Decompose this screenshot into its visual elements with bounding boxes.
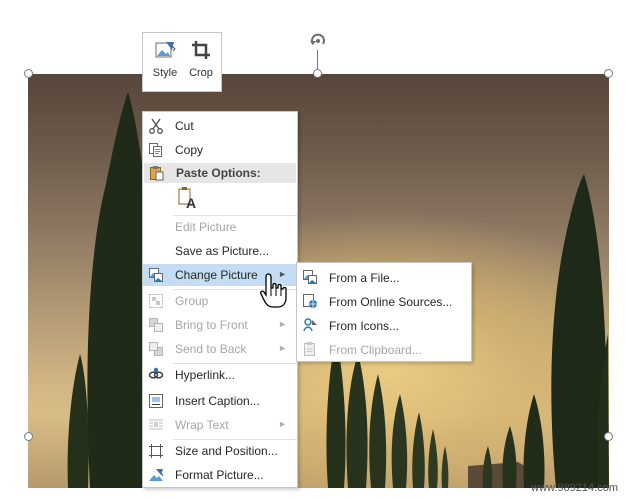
online-sources-icon: [303, 294, 317, 308]
change-picture-submenu: From a File... From Online Sources... Fr…: [296, 262, 472, 362]
paste-keep-text-letter: A: [186, 195, 197, 211]
menu-item-label: Copy: [175, 143, 204, 157]
menu-item-size-and-position[interactable]: Size and Position...: [143, 440, 297, 462]
send-to-back-icon: [149, 342, 163, 356]
menu-item-label: Size and Position...: [175, 444, 278, 458]
scissors-icon: [149, 118, 163, 134]
paste-options-header: Paste Options:: [144, 163, 296, 183]
style-button[interactable]: Style: [147, 39, 183, 89]
menu-item-send-to-back[interactable]: Send to Back ►: [143, 338, 297, 360]
menu-item-label: Wrap Text: [175, 418, 229, 432]
submenu-arrow-icon: ►: [278, 319, 287, 329]
menu-item-cut[interactable]: Cut: [143, 115, 297, 137]
rotate-handle-icon[interactable]: [307, 30, 329, 52]
hand-pointer-cursor-icon: [259, 272, 289, 312]
menu-item-hyperlink[interactable]: Hyperlink...: [143, 364, 297, 386]
menu-item-label: Edit Picture: [175, 220, 237, 234]
menu-item-edit-picture[interactable]: Edit Picture: [143, 216, 297, 238]
resize-handle-top-right[interactable]: [604, 69, 613, 78]
menu-item-label: Format Picture...: [175, 468, 264, 482]
rotation-connector: [317, 50, 318, 70]
menu-item-label: Insert Caption...: [175, 394, 260, 408]
menu-item-insert-caption[interactable]: Insert Caption...: [143, 390, 297, 412]
menu-item-label: Hyperlink...: [175, 368, 236, 382]
submenu-item-from-icons[interactable]: From Icons...: [297, 313, 471, 337]
submenu-item-label: From Clipboard...: [329, 343, 422, 357]
submenu-item-label: From a File...: [329, 271, 400, 285]
submenu-item-from-file[interactable]: From a File...: [297, 265, 471, 289]
menu-item-copy[interactable]: Copy: [143, 139, 297, 161]
menu-item-label: Save as Picture...: [175, 244, 270, 258]
menu-item-bring-to-front[interactable]: Bring to Front ►: [143, 314, 297, 336]
menu-item-save-as-picture[interactable]: Save as Picture...: [143, 240, 297, 262]
format-picture-icon: [149, 469, 164, 481]
icons-icon: [303, 318, 317, 332]
menu-item-label: Bring to Front: [175, 318, 248, 332]
resize-handle-top-left[interactable]: [24, 69, 33, 78]
watermark-text: www.989214.com: [531, 482, 618, 494]
submenu-arrow-icon: ►: [278, 343, 287, 353]
hyperlink-icon: [148, 367, 164, 379]
resize-handle-middle-left[interactable]: [24, 432, 33, 441]
paste-icon: [150, 166, 164, 181]
crop-button[interactable]: Crop: [183, 39, 219, 89]
menu-item-label: Cut: [175, 119, 194, 133]
resize-handle-middle-right[interactable]: [604, 432, 613, 441]
crop-label: Crop: [189, 67, 213, 79]
submenu-item-from-clipboard[interactable]: From Clipboard...: [297, 337, 471, 361]
menu-item-label: Send to Back: [175, 342, 247, 356]
submenu-item-label: From Online Sources...: [329, 295, 453, 309]
mini-toolbar: Style Crop: [142, 32, 222, 92]
change-picture-icon: [149, 268, 163, 282]
bring-to-front-icon: [149, 318, 163, 332]
menu-item-label: Group: [175, 294, 209, 308]
size-position-icon: [149, 444, 163, 458]
menu-item-label: Paste Options:: [176, 166, 261, 180]
submenu-item-from-online-sources[interactable]: From Online Sources...: [297, 289, 471, 313]
submenu-item-label: From Icons...: [329, 319, 400, 333]
paste-keep-text-only-button[interactable]: A: [177, 186, 199, 212]
picture-style-icon: [155, 42, 176, 58]
insert-caption-icon: [149, 394, 163, 408]
crop-icon: [192, 41, 210, 59]
menu-item-label: Change Picture: [175, 268, 258, 282]
group-icon: [149, 294, 163, 308]
resize-handle-top-middle[interactable]: [313, 69, 322, 78]
from-file-icon: [303, 270, 317, 284]
style-label: Style: [152, 67, 178, 79]
submenu-arrow-icon: ►: [278, 419, 287, 429]
menu-item-format-picture[interactable]: Format Picture...: [143, 464, 297, 486]
menu-item-wrap-text[interactable]: Wrap Text ►: [143, 414, 297, 436]
clipboard-icon: [304, 342, 315, 356]
wrap-text-icon: [149, 419, 163, 430]
copy-icon: [149, 143, 162, 157]
